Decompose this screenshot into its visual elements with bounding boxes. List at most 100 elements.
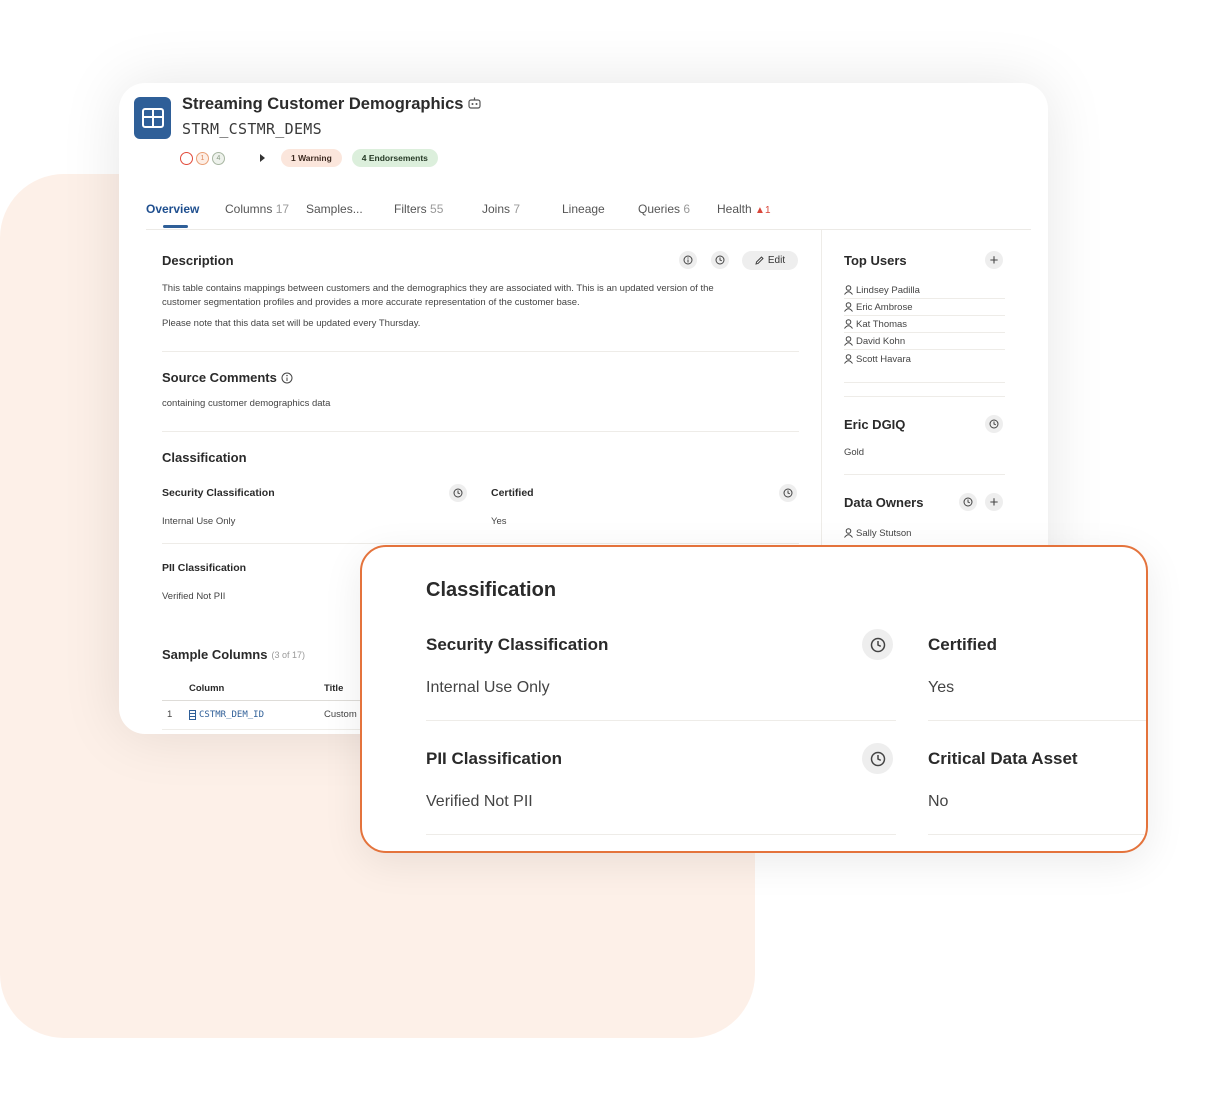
user-icon	[844, 336, 853, 346]
status-row: 1 4 1 Warning 4 Endorsements	[180, 149, 438, 167]
divider	[844, 396, 1005, 397]
column-header: Column	[189, 683, 225, 694]
zoom-certified-label: Certified	[928, 635, 997, 654]
table-icon	[134, 97, 171, 139]
zoom-security-classification-label: Security Classification	[426, 635, 609, 654]
expand-caret-icon[interactable]	[260, 154, 265, 162]
pii-classification-value: Verified Not PII	[162, 591, 226, 602]
dgiq-history-button[interactable]	[985, 415, 1003, 433]
endorsement-count-icon[interactable]: 4	[212, 151, 225, 165]
pencil-icon	[755, 256, 764, 265]
clock-icon	[715, 255, 725, 265]
clock-icon	[870, 637, 885, 652]
divider	[426, 720, 896, 721]
dgiq-value: Gold	[844, 447, 865, 458]
info-icon	[683, 255, 693, 265]
user-icon	[844, 285, 853, 295]
user-row[interactable]: Eric Ambrose	[844, 299, 1005, 316]
divider	[928, 720, 1146, 721]
clock-icon	[989, 419, 999, 429]
edit-button[interactable]: Edit	[742, 251, 798, 270]
plus-icon: +	[989, 493, 999, 511]
dataset-title: Streaming Customer Demographics	[182, 95, 464, 113]
zoom-security-classification-value: Internal Use Only	[426, 679, 550, 696]
history-button[interactable]	[711, 251, 729, 269]
active-tab-indicator	[163, 225, 188, 228]
divider	[928, 834, 1146, 835]
title-header: Title	[324, 683, 344, 694]
source-comments-heading: Source Comments	[162, 370, 293, 385]
description-heading: Description	[162, 253, 234, 268]
tab-queries[interactable]: Queries 6	[638, 202, 690, 216]
certified-history-button[interactable]	[779, 484, 797, 502]
clock-icon	[783, 488, 793, 498]
info-button[interactable]	[679, 251, 697, 269]
tab-columns[interactable]: Columns 17	[225, 202, 289, 216]
info-icon[interactable]	[281, 372, 293, 384]
classification-zoom-card: Classification Security Classification C…	[360, 545, 1148, 853]
data-owners-heading: Data Owners	[844, 495, 924, 510]
user-icon	[844, 528, 853, 538]
description-line-1: This table contains mappings between cus…	[162, 283, 714, 294]
owners-history-button[interactable]	[959, 493, 977, 511]
column-title: Custom	[324, 709, 357, 720]
divider	[162, 431, 799, 432]
divider	[844, 474, 1005, 475]
divider	[426, 834, 896, 835]
sample-columns-heading: Sample Columns (3 of 17)	[162, 647, 305, 662]
dgiq-heading: Eric DGIQ	[844, 417, 906, 432]
technical-name: STRM_CSTMR_DEMS	[182, 120, 322, 138]
user-row[interactable]: David Kohn	[844, 333, 1005, 350]
warning-badge[interactable]: 1 Warning	[281, 149, 342, 167]
zoom-security-history-button[interactable]	[862, 629, 893, 660]
bot-icon	[468, 95, 482, 114]
zoom-pii-classification-value: Verified Not PII	[426, 793, 533, 810]
divider	[162, 351, 799, 352]
security-history-button[interactable]	[449, 484, 467, 502]
owner-row[interactable]: Sally Stutson	[844, 525, 1005, 541]
user-row[interactable]: Lindsey Padilla	[844, 282, 1005, 299]
tab-bar: Overview Columns 17 Samples... Filters 5…	[146, 202, 1031, 230]
tab-samples[interactable]: Samples...	[306, 202, 363, 216]
tab-filters[interactable]: Filters 55	[394, 202, 443, 216]
zoom-pii-history-button[interactable]	[862, 743, 893, 774]
column-icon	[189, 710, 196, 720]
source-comments-text: containing customer demographics data	[162, 398, 331, 409]
top-users-heading: Top Users	[844, 253, 907, 268]
tab-joins[interactable]: Joins 7	[482, 202, 520, 216]
add-user-button[interactable]: +	[985, 251, 1003, 269]
error-status-icon[interactable]	[180, 151, 193, 165]
classification-heading: Classification	[162, 450, 247, 465]
tab-overview[interactable]: Overview	[146, 202, 199, 216]
endorsements-badge[interactable]: 4 Endorsements	[351, 149, 438, 167]
health-warning-icon: ▲	[755, 205, 765, 216]
tab-lineage[interactable]: Lineage	[562, 202, 605, 216]
divider	[162, 543, 799, 544]
warning-count-icon[interactable]: 1	[196, 151, 209, 165]
user-row[interactable]: Scott Havara	[844, 351, 1005, 367]
zoom-classification-heading: Classification	[426, 579, 557, 601]
user-icon	[844, 319, 853, 329]
zoom-critical-data-asset-label: Critical Data Asset	[928, 749, 1078, 768]
user-icon	[844, 302, 853, 312]
page-title: Streaming Customer Demographics	[182, 95, 482, 114]
zoom-critical-data-asset-value: No	[928, 793, 949, 810]
clock-icon	[453, 488, 463, 498]
certified-label: Certified	[491, 487, 534, 499]
zoom-certified-value: Yes	[928, 679, 955, 696]
description-line-3: Please note that this data set will be u…	[162, 318, 421, 329]
pii-classification-label: PII Classification	[162, 562, 247, 574]
column-link[interactable]: CSTMR_DEM_ID	[189, 710, 264, 720]
user-icon	[844, 354, 853, 364]
security-classification-value: Internal Use Only	[162, 516, 236, 527]
certified-value: Yes	[491, 516, 507, 527]
plus-icon: +	[989, 251, 999, 269]
user-row[interactable]: Kat Thomas	[844, 316, 1005, 333]
tab-health[interactable]: Health ▲1	[717, 202, 771, 216]
security-classification-label: Security Classification	[162, 487, 275, 499]
clock-icon	[870, 751, 885, 766]
clock-icon	[963, 497, 973, 507]
description-line-2: customer segmentation profiles and provi…	[162, 297, 580, 308]
add-owner-button[interactable]: +	[985, 493, 1003, 511]
zoom-pii-classification-label: PII Classification	[426, 749, 563, 768]
